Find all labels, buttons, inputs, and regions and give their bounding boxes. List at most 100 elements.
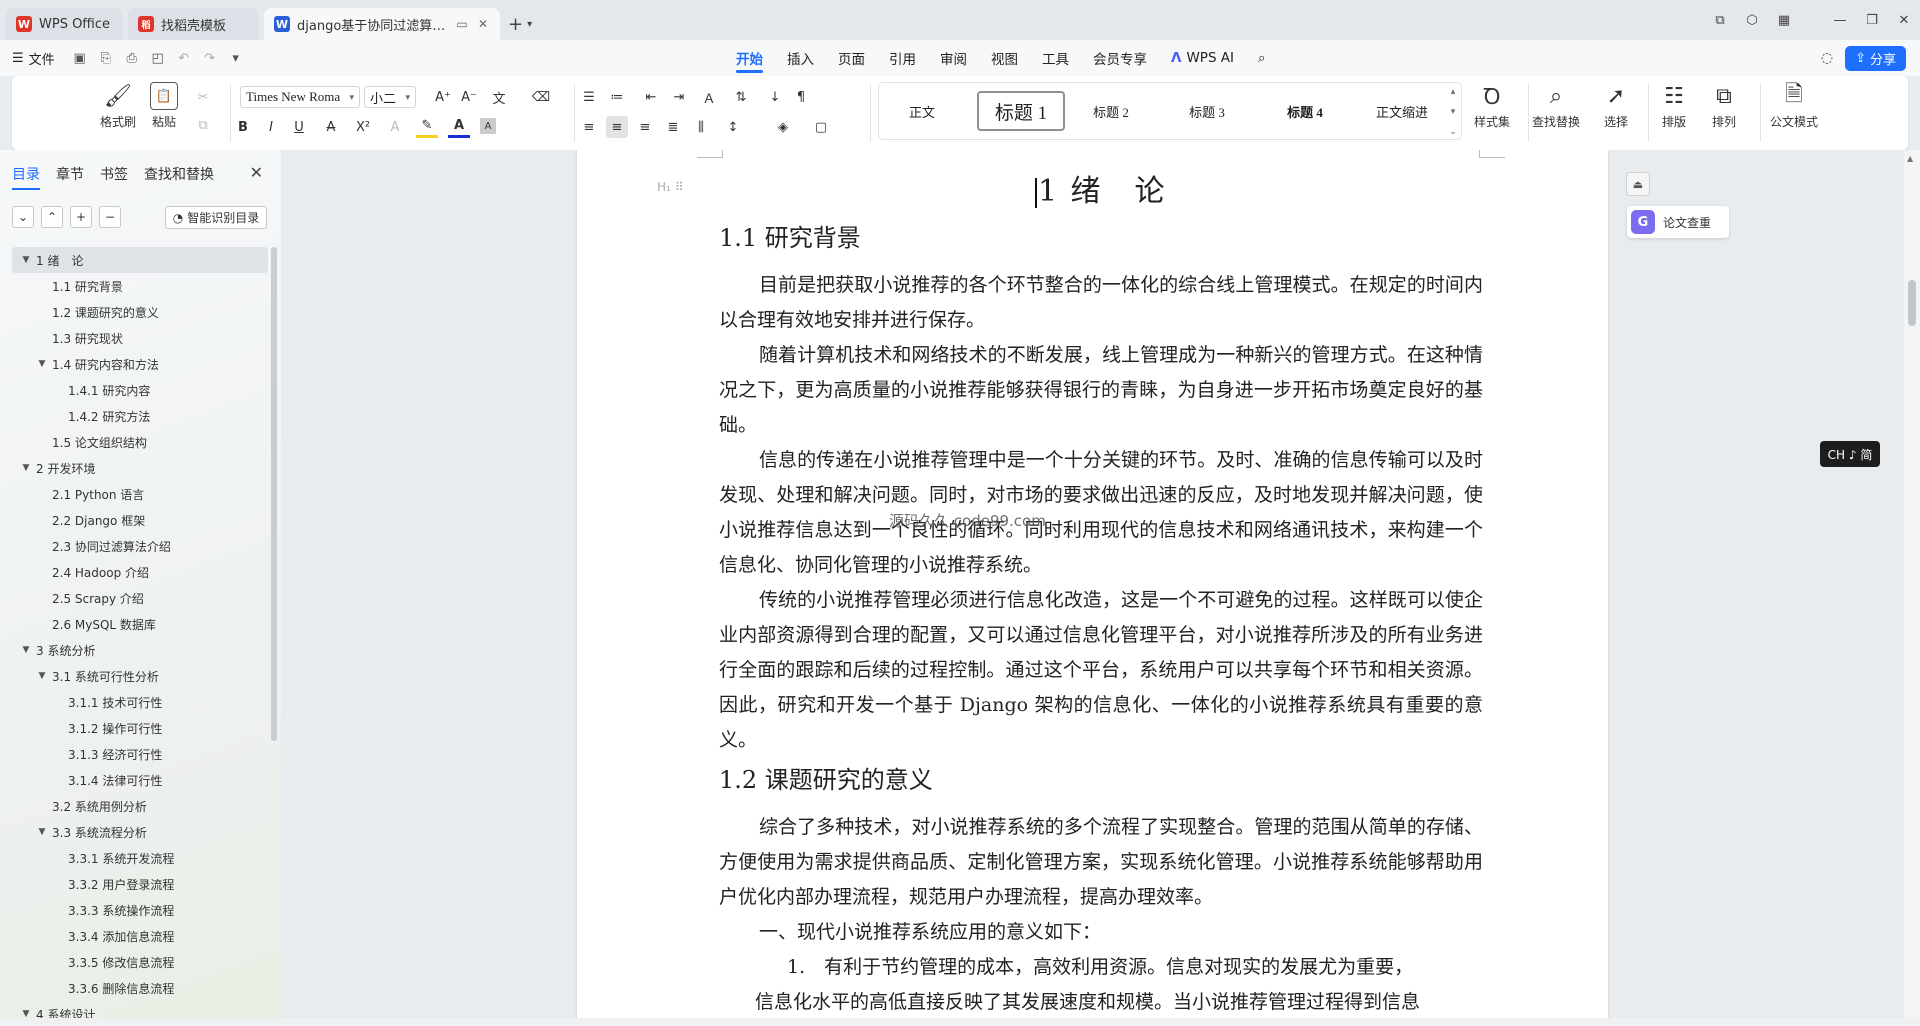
toc-item[interactable]: 3.1.1 技术可行性 [12,689,268,715]
toc-item[interactable]: 3.2 系统用例分析 [12,793,268,819]
ime-status-badge[interactable]: CH ♪ 简 [1820,441,1880,467]
align-center-icon[interactable]: ≡ [606,116,628,138]
tab-member[interactable]: 会员专享 [1081,40,1159,76]
align-left-icon[interactable]: ≡ [578,116,600,138]
toc-item[interactable]: 2.6 MySQL 数据库 [12,611,268,637]
toc-item[interactable]: 2.5 Scrapy 介绍 [12,585,268,611]
minimize-icon[interactable]: — [1824,0,1856,40]
nav-tab-find-replace[interactable]: 查找和替换 [144,164,214,184]
expand-triangle-icon[interactable]: ▼ [20,255,32,265]
tab-document[interactable]: W django基于协同过滤算法的小 ▭ ✕ [264,8,500,40]
nav-tab-bookmarks[interactable]: 书签 [100,164,128,184]
text-direction-icon[interactable]: Ａ [698,86,720,108]
section-heading[interactable]: 1.2 课题研究的意义 [719,760,1483,795]
phonetic-icon[interactable]: 文 [488,86,510,108]
copy-icon[interactable]: ⧉ [192,114,214,136]
font-color-icon[interactable]: A [448,116,470,138]
toc-item[interactable]: 1.4.2 研究方法 [12,403,268,429]
char-shading-icon[interactable]: A [480,118,496,134]
bullet-list-icon[interactable]: ☰ [578,86,600,108]
toc-item[interactable]: 1.1 研究背景 [12,273,268,299]
distributed-icon[interactable]: ⫼ [690,116,712,138]
toc-item[interactable]: ▼ 1 绪 论 [12,247,268,273]
tab-view[interactable]: 视图 [979,40,1030,76]
shading-icon[interactable]: ◈ [772,116,794,138]
section-heading[interactable]: 1.1 研究背景 [719,218,1483,253]
font-name-select[interactable]: Times New Roma ▾ [240,86,360,108]
find-replace-button[interactable]: ⌕ 查找替换 [1532,82,1580,130]
smart-toc-button[interactable]: ◔ 智能识别目录 [165,206,267,229]
superscript-icon[interactable]: X² [352,116,374,138]
bold-icon[interactable]: B [232,116,254,138]
share-button[interactable]: ⇪ 分享 [1845,45,1906,71]
sort-icon[interactable]: ↓ [764,86,786,108]
tab-review[interactable]: 审阅 [928,40,979,76]
tab-page[interactable]: 页面 [826,40,877,76]
toc-item[interactable]: 3.1.4 法律可行性 [12,767,268,793]
paste-button[interactable]: 📋 粘贴 [150,82,178,130]
toc-item[interactable]: 3.3.1 系统开发流程 [12,845,268,871]
paragraph-handle[interactable]: H₁ ⠿ [657,180,684,194]
toc-item[interactable]: ▼ 3.3 系统流程分析 [12,819,268,845]
expand-triangle-icon[interactable]: ▼ [36,671,48,681]
expand-triangle-icon[interactable]: ▼ [20,645,32,655]
toc-item[interactable]: 3.1.2 操作可行性 [12,715,268,741]
tab-tools[interactable]: 工具 [1030,40,1081,76]
style-heading-4[interactable]: 标题 4 [1273,91,1337,131]
paragraph-spacing-icon[interactable]: ↕ [722,116,744,138]
style-set-button[interactable]: Ꝺ 样式集 [1474,82,1510,130]
vertical-scrollbar[interactable]: ▲ [1904,150,1920,1026]
show-marks-icon[interactable]: ¶ [790,86,812,108]
export-icon[interactable]: ⎘ [95,47,117,69]
window-layout-icon[interactable]: ⧉ [1704,0,1736,40]
tab-wps-office[interactable]: W WPS Office [6,8,122,40]
document-page[interactable]: H₁ ⠿ 1 绪 论 1.1 研究背景 目前是把获取小说推荐的各个环节整合的一体… [577,150,1608,1026]
toc-item[interactable]: ▼ 1.4 研究内容和方法 [12,351,268,377]
file-menu[interactable]: ☰ 文件 [12,49,55,68]
numbered-list-icon[interactable]: ≔ [606,86,628,108]
redo-icon[interactable]: ↷ [199,47,221,69]
toc-scrollbar[interactable] [271,247,277,741]
grow-font-icon[interactable]: A⁺ [432,86,454,108]
tab-wps-ai[interactable]: Ʌ WPS AI [1159,40,1246,76]
toc-item[interactable]: 2.1 Python 语言 [12,481,268,507]
section-body[interactable]: 综合了多种技术，对小说推荐系统的多个流程了实现整合。管理的范围从简单的存储、方便… [719,810,1483,1020]
search-icon[interactable]: ⌕ [1246,40,1278,76]
minus-icon[interactable]: − [99,206,121,228]
toc-item[interactable]: 1.2 课题研究的意义 [12,299,268,325]
text-effect-icon[interactable]: A [384,116,406,138]
official-mode-button[interactable]: 🗎 公文模式 [1770,82,1818,130]
highlight-icon[interactable]: ✎ [416,116,438,138]
cut-icon[interactable]: ✂ [192,86,214,108]
line-spacing-icon[interactable]: ⇅ [730,86,752,108]
comment-icon[interactable]: ◌ [1821,50,1833,66]
justify-icon[interactable]: ≣ [662,116,684,138]
chapter-title[interactable]: 1 绪 论 [719,166,1483,210]
thesis-check-button[interactable]: G 论文查重 [1627,206,1729,238]
layout-button[interactable]: ☷ 排版 [1660,82,1688,130]
section-body[interactable]: 目前是把获取小说推荐的各个环节整合的一体化的综合线上管理模式。在规定的时间内以合… [719,268,1483,758]
undo-icon[interactable]: ↶ [173,47,195,69]
toc-item[interactable]: ▼ 3.1 系统可行性分析 [12,663,268,689]
style-normal[interactable]: 正文 [891,91,953,131]
italic-icon[interactable]: I [260,116,282,138]
font-size-select[interactable]: 小二 ▾ [364,86,416,108]
avatar[interactable]: ▦ [1768,0,1800,40]
toc-item[interactable]: 2.2 Django 框架 [12,507,268,533]
increase-indent-icon[interactable]: ⇥ [668,86,690,108]
style-body-indent[interactable]: 正文缩进 [1367,91,1437,131]
save-icon[interactable]: ▣ [69,47,91,69]
plus-icon[interactable]: + [70,206,92,228]
toc-item[interactable]: 3.1.3 经济可行性 [12,741,268,767]
gallery-scroll[interactable]: ▴ ▾ ⌄ [1447,87,1459,137]
toc-item[interactable]: 1.4.1 研究内容 [12,377,268,403]
border-icon[interactable]: ▢ [810,116,832,138]
close-tab-icon[interactable]: ✕ [476,17,490,31]
toc-item[interactable]: 3.3.2 用户登录流程 [12,871,268,897]
chevron-down-icon[interactable]: ▾ [225,47,247,69]
expand-icon[interactable]: ⌃ [41,206,63,228]
close-icon[interactable]: ✕ [250,163,263,182]
nav-tab-toc[interactable]: 目录 [12,164,40,190]
toc-item[interactable]: 3.3.4 添加信息流程 [12,923,268,949]
toc-item[interactable]: ▼ 2 开发环境 [12,455,268,481]
